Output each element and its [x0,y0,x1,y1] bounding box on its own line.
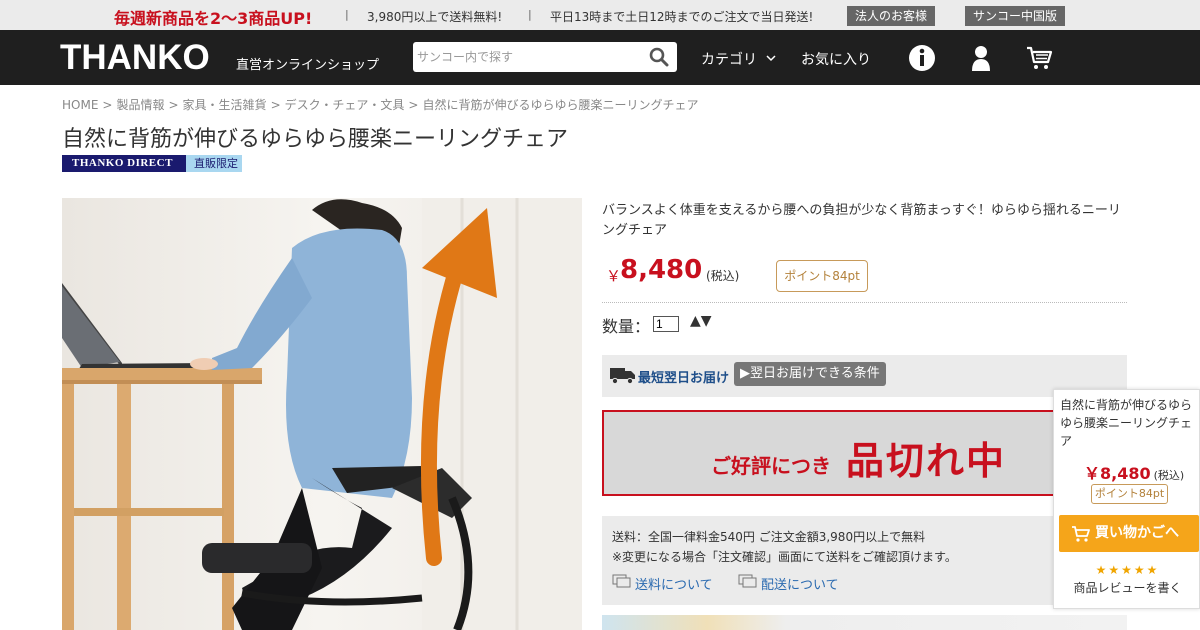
quantity-stepper[interactable]: ▲▼ [690,313,712,329]
truck-icon [610,368,635,385]
corporate-button[interactable]: 法人のお客様 [847,6,936,26]
points-badge: ポイント84pt [776,260,868,292]
breadcrumb-item[interactable]: 家具・生活雑貨 [183,98,267,112]
promo-separator: | [528,8,532,21]
shipping-fee-text: 送料：全国一律料金540円 ご注文金額3,980円以上で無料 [612,530,926,544]
add-to-cart-label: 買い物かごへ [1095,525,1179,541]
sold-out-text: 品切れ中 [846,439,1007,483]
category-menu[interactable]: カテゴリ [701,49,757,69]
sold-out-banner: ご好評につき 品切れ中 [602,410,1127,496]
floating-points-badge: ポイント84pt [1091,484,1168,504]
delivery-box: 最短翌日お届け ▶翌日お届けできる条件 [602,355,1127,397]
search-icon[interactable] [649,47,669,67]
promo-free-shipping: 3,980円以上で送料無料! [367,10,503,24]
window-icon [612,574,631,588]
cart-icon[interactable] [1025,44,1053,72]
logo-subtitle: 直営オンラインショップ [236,58,380,73]
site-header: THANKO 直営オンラインショップ カテゴリ お気に入り [0,30,1200,85]
tax-note: (税込) [706,269,740,283]
search-box [413,42,677,72]
floating-product-title: 自然に背筋が伸びるゆらゆら腰楽ニーリングチェア [1060,398,1193,448]
floating-price: ￥8,480 (税込) [1084,464,1185,483]
product-photo-illustration [62,198,582,630]
shipping-fee-box: 送料：全国一律料金540円 ご注文金額3,980円以上で無料 ※変更になる場合「… [602,516,1127,605]
shipping-fee-note: ※変更になる場合「注文確認」画面にて送料をご確認頂けます。 [612,550,957,564]
product-price: 8,480 [620,255,703,285]
sold-out-prefix: ご好評につき [711,454,831,478]
search-input[interactable] [417,47,645,67]
breadcrumb: HOME > 製品情報 > 家具・生活雑貨 > デスク・チェア・文具 > 自然に背筋が伸びるゆら… [62,98,699,112]
delivery-info-link[interactable]: 配送について [761,574,839,593]
badge-limited-label: 直販限定 [186,155,242,172]
direct-sale-badge: 直販限定 THANKO DIRECT [62,155,242,172]
currency-symbol: ￥ [606,267,622,285]
china-site-button[interactable]: サンコー中国版 [965,6,1066,26]
floating-cart-panel: 自然に背筋が伸びるゆらゆら腰楽ニーリングチェア ￥8,480 (税込) ポイント8… [1053,389,1200,609]
cart-icon [1072,526,1090,542]
breadcrumb-current: 自然に背筋が伸びるゆらゆら腰楽ニーリングチェア [422,98,699,112]
fast-delivery-label: 最短翌日お届け [638,371,730,386]
breadcrumb-item[interactable]: 製品情報 [116,98,164,112]
shipping-info-link[interactable]: 送料について [635,574,713,593]
window-icon [738,574,757,588]
user-icon[interactable] [967,44,995,72]
favorites-link[interactable]: お気に入り [801,49,871,69]
chevron-down-icon[interactable] [764,51,778,65]
info-icon[interactable] [908,44,936,72]
breadcrumb-item[interactable]: HOME [62,98,98,112]
add-to-cart-button[interactable]: 買い物かごへ [1059,515,1199,552]
breadcrumb-item[interactable]: デスク・チェア・文具 [285,98,405,112]
rating-stars: ★★★★★ [1095,563,1160,577]
promo-separator: | [345,8,349,21]
product-description: バランスよく体重を支えるから腰への負担が少なく背筋まっすぐ！ゆらゆら揺れるニーリ… [602,203,1121,238]
quantity-label: 数量： [602,317,651,336]
product-image[interactable] [62,198,582,630]
divider [602,302,1127,303]
promo-headline: 毎週新商品を2～3商品UP! [114,9,313,28]
banner-strip [602,615,1127,630]
product-title: 自然に背筋が伸びるゆらゆら腰楽ニーリングチェア [62,127,569,152]
quantity-input[interactable] [653,316,679,332]
promo-same-day: 平日13時まで土日12時までのご注文で当日発送! [550,10,814,24]
write-review-link[interactable]: 商品レビューを書く [1054,579,1200,596]
floating-tax-note: (税込) [1153,469,1185,482]
delivery-conditions-button[interactable]: ▶翌日お届けできる条件 [734,362,886,386]
site-logo[interactable]: THANKO [60,38,210,78]
promo-bar: 毎週新商品を2～3商品UP! | 3,980円以上で送料無料! | 平日13時ま… [0,0,1200,30]
badge-brand-label: THANKO DIRECT [62,155,186,172]
